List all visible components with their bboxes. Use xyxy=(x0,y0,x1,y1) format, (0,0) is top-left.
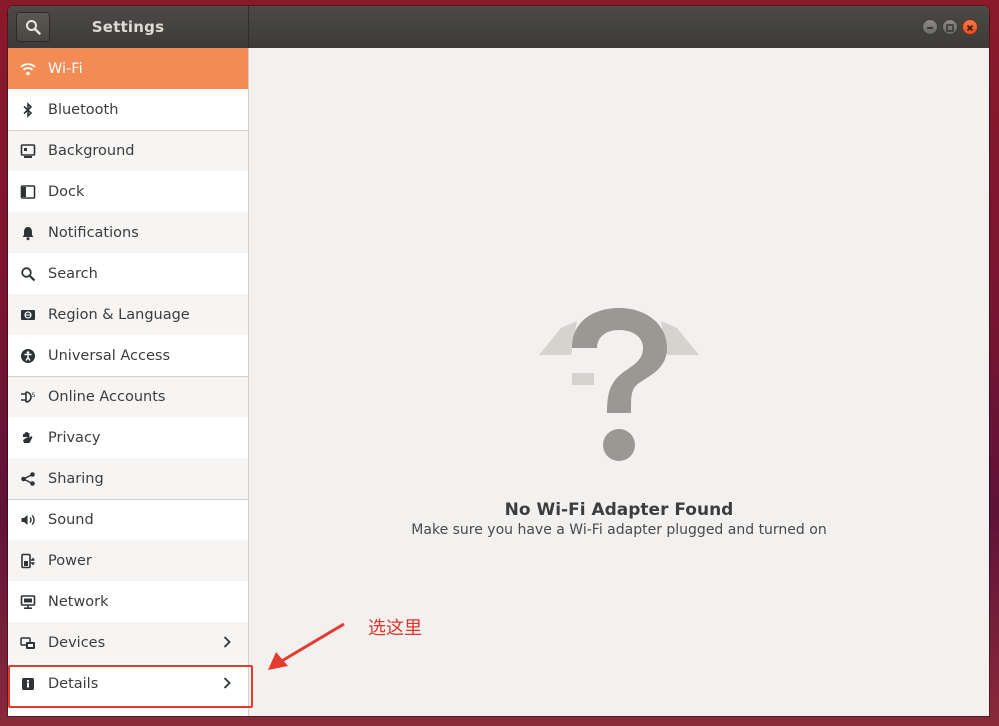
sidebar-item-region-language[interactable]: Region & Language xyxy=(8,294,248,335)
sidebar-item-bluetooth[interactable]: Bluetooth xyxy=(8,89,248,130)
sidebar-item-notifications[interactable]: Notifications xyxy=(8,212,248,253)
region-icon xyxy=(20,307,36,323)
wifi-icon xyxy=(20,61,36,77)
annotation-arrow-icon xyxy=(268,622,345,670)
maximize-icon xyxy=(943,20,957,34)
sidebar-item-dock[interactable]: Dock xyxy=(8,171,248,212)
sidebar-item-universal-access[interactable]: Universal Access xyxy=(8,335,248,376)
question-mark-icon xyxy=(539,308,699,461)
bluetooth-icon xyxy=(20,101,36,118)
sidebar-item-devices[interactable]: Devices xyxy=(8,622,248,663)
bell-icon xyxy=(20,225,36,241)
sidebar-item-wifi[interactable]: Wi-Fi xyxy=(8,48,248,89)
hand-icon xyxy=(20,430,36,446)
annotation-label: 选这里 xyxy=(368,618,422,639)
sidebar-item-label: Network xyxy=(48,593,109,610)
sidebar-item-search[interactable]: Search xyxy=(8,253,248,294)
settings-window: Settings Wi-Fi Bluetooth Background Dock… xyxy=(8,6,989,716)
sidebar-item-background[interactable]: Background xyxy=(8,130,248,171)
sidebar-item-network[interactable]: Network xyxy=(8,581,248,622)
dock-icon xyxy=(20,184,36,200)
sidebar-item-label: Background xyxy=(48,143,135,159)
sidebar-item-label: Search xyxy=(48,265,98,282)
sidebar-item-label: Devices xyxy=(48,634,106,651)
sidebar-item-privacy[interactable]: Privacy xyxy=(8,417,248,458)
minimize-icon xyxy=(923,20,937,34)
sidebar-item-label: Notifications xyxy=(48,224,139,241)
sidebar-item-sharing[interactable]: Sharing xyxy=(8,458,248,499)
share-icon xyxy=(20,471,36,487)
sidebar-item-label: Universal Access xyxy=(48,347,171,364)
title-bar: Settings xyxy=(8,6,989,49)
sidebar-item-label: Region & Language xyxy=(48,306,190,323)
sidebar-item-label: Sound xyxy=(48,512,94,528)
sidebar-item-label: Sharing xyxy=(48,470,104,487)
app-title: Settings xyxy=(91,18,165,36)
empty-state-title: No Wi-Fi Adapter Found xyxy=(504,500,734,520)
highlight-box xyxy=(8,665,253,708)
power-plug-icon xyxy=(20,553,36,569)
chevron-right-icon xyxy=(223,636,231,648)
sidebar-item-label: Online Accounts xyxy=(48,389,166,405)
close-icon xyxy=(963,20,977,34)
settings-sidebar: Wi-Fi Bluetooth Background Dock Notifica… xyxy=(8,48,249,716)
sidebar-item-power[interactable]: Power xyxy=(8,540,248,581)
sidebar-item-label: Dock xyxy=(48,183,85,200)
empty-state-description: Make sure you have a Wi-Fi adapter plugg… xyxy=(411,522,827,538)
devices-icon xyxy=(20,635,36,651)
network-icon xyxy=(20,594,36,610)
sidebar-item-label: Bluetooth xyxy=(48,101,119,118)
search-icon xyxy=(20,266,36,282)
maximize-button[interactable] xyxy=(942,19,958,35)
sidebar-item-label: Privacy xyxy=(48,429,101,446)
sidebar-item-label: Wi-Fi xyxy=(48,60,83,77)
minimize-button[interactable] xyxy=(922,19,938,35)
svg-text:S: S xyxy=(32,392,36,399)
close-button[interactable] xyxy=(962,19,978,35)
sidebar-item-online-accounts[interactable]: S Online Accounts xyxy=(8,376,248,417)
background-icon xyxy=(20,143,36,159)
online-accounts-icon: S xyxy=(20,389,36,405)
sidebar-item-label: Power xyxy=(48,552,92,569)
speaker-icon xyxy=(20,512,36,528)
universal-access-icon xyxy=(20,348,36,364)
title-separator xyxy=(248,6,249,48)
wifi-panel: No Wi-Fi Adapter Found Make sure you hav… xyxy=(249,48,989,716)
sidebar-item-sound[interactable]: Sound xyxy=(8,499,248,540)
